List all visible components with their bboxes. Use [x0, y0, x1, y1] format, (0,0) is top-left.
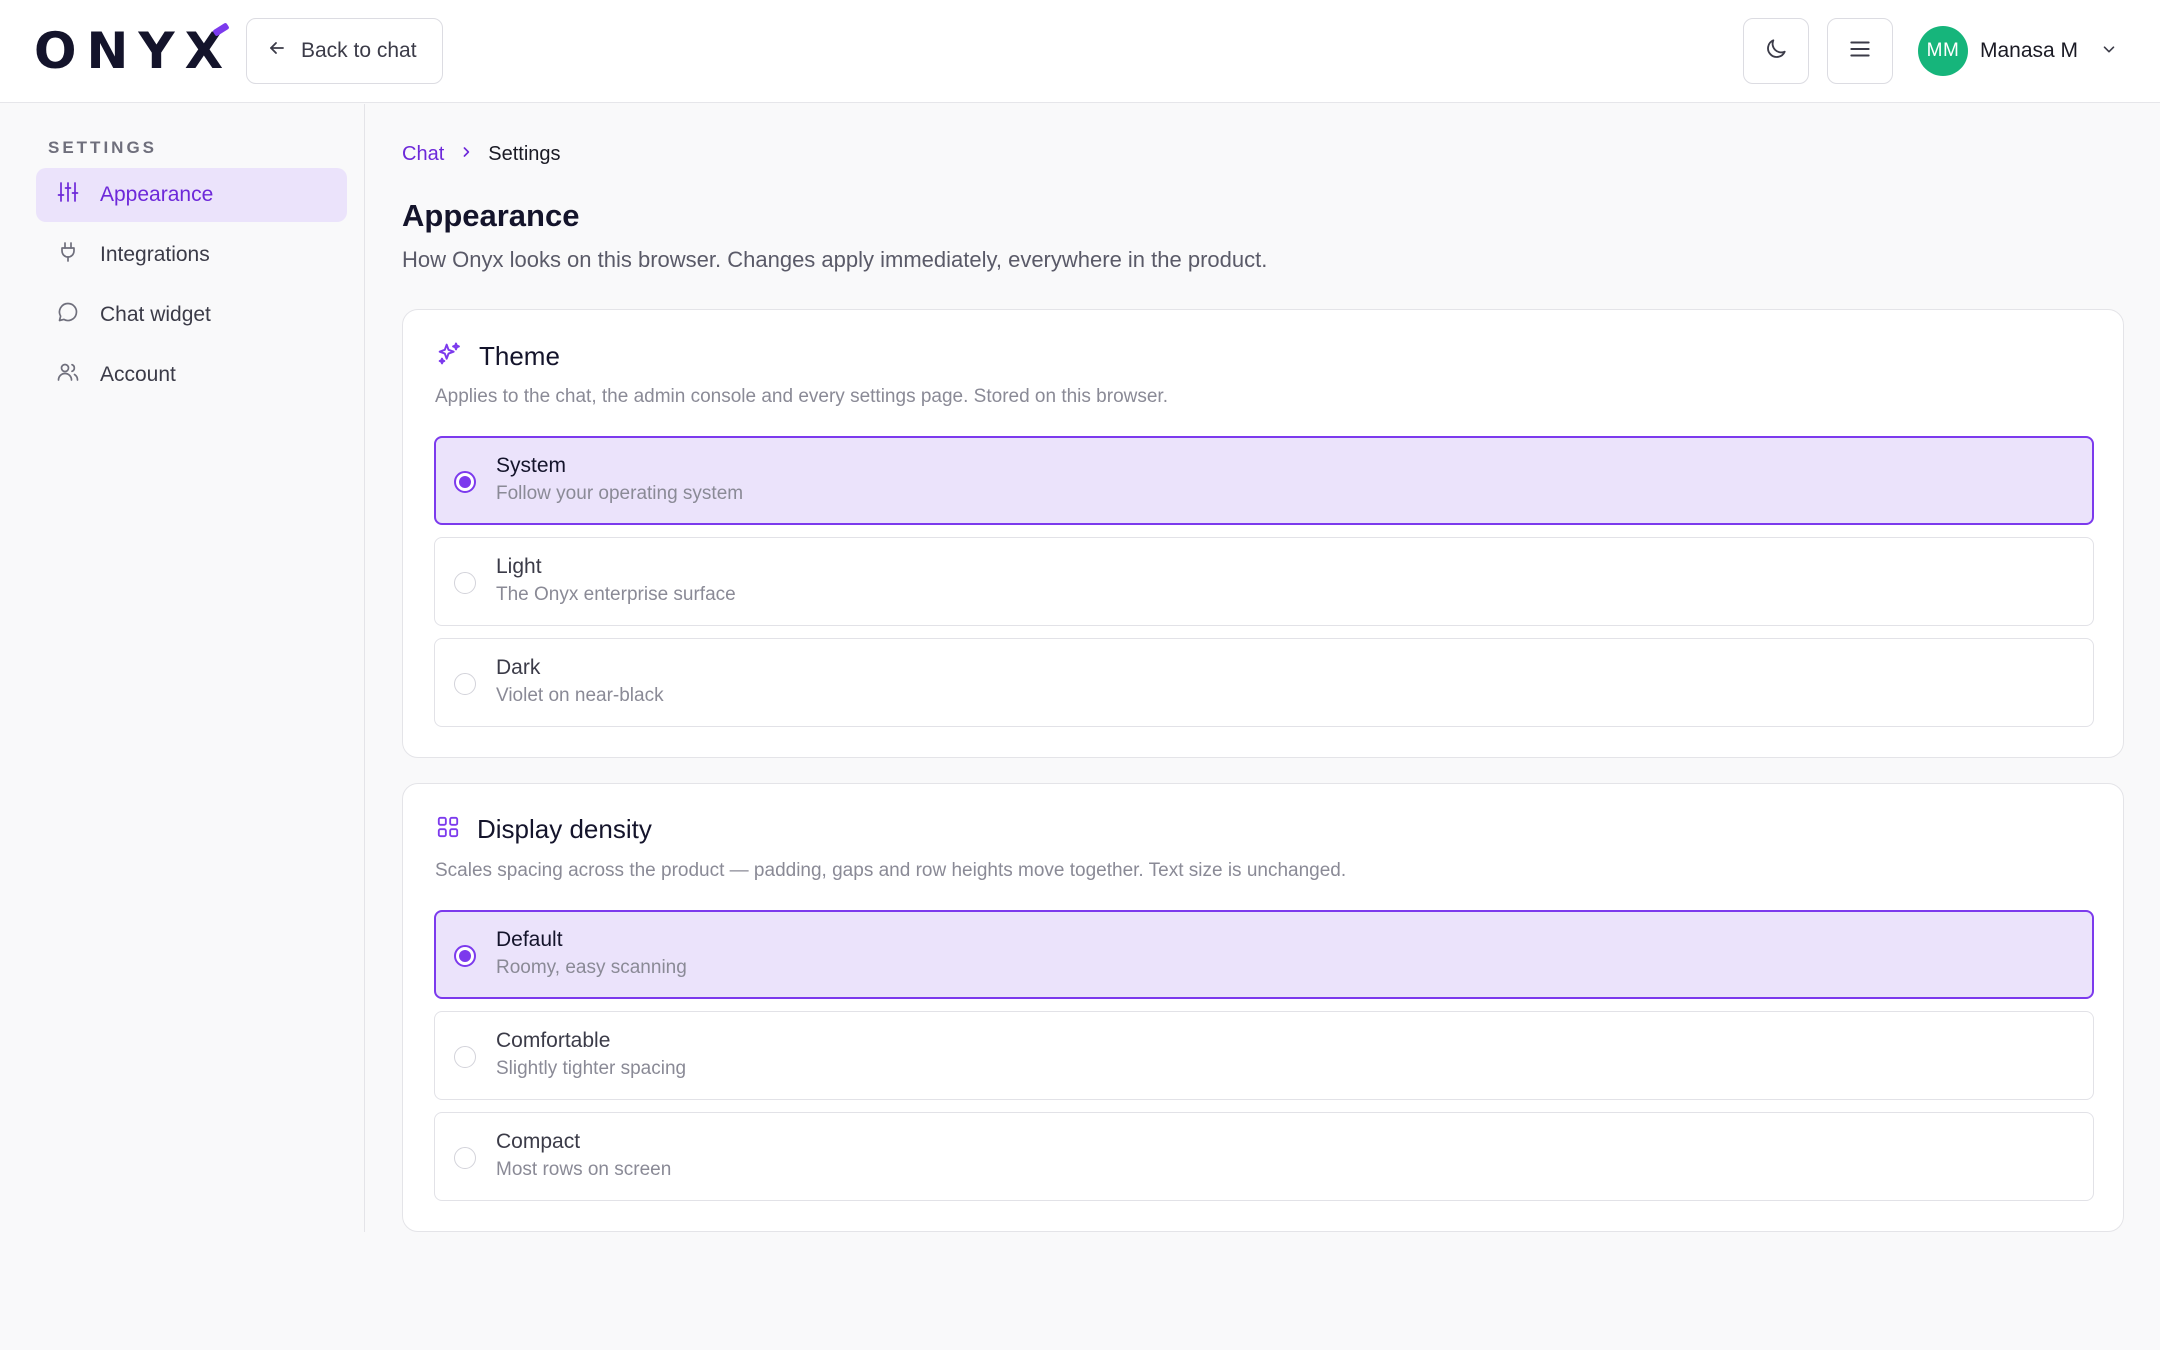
- grid-icon: [435, 814, 461, 845]
- density-option-comfortable[interactable]: Comfortable Slightly tighter spacing: [434, 1011, 2094, 1100]
- density-option-compact[interactable]: Compact Most rows on screen: [434, 1112, 2094, 1201]
- chat-bubble-icon: [56, 300, 80, 330]
- radio-button[interactable]: [454, 673, 476, 695]
- radio-button[interactable]: [454, 572, 476, 594]
- option-description: Slightly tighter spacing: [496, 1058, 687, 1079]
- settings-sidebar: SETTINGS Appearance Integrations Chat wi…: [0, 104, 365, 1232]
- theme-description: Applies to the chat, the admin console a…: [435, 386, 1168, 407]
- theme-card-header: Theme: [435, 340, 560, 373]
- theme-card: Theme Applies to the chat, the admin con…: [402, 309, 2124, 758]
- page-description: How Onyx looks on this browser. Changes …: [402, 247, 1268, 272]
- option-label: System: [496, 454, 567, 477]
- avatar: MM: [1918, 26, 1968, 76]
- back-to-chat-button[interactable]: Back to chat: [246, 18, 443, 84]
- theme-toggle-button[interactable]: [1743, 18, 1809, 84]
- breadcrumb-current: Settings: [488, 143, 561, 165]
- option-label: Default: [496, 928, 563, 951]
- sidebar-item-chat-widget[interactable]: Chat widget: [36, 288, 347, 342]
- sidebar-title: SETTINGS: [48, 138, 158, 157]
- top-bar: ONY X Back to chat MM Manasa M: [0, 0, 2160, 103]
- plug-icon: [56, 240, 80, 270]
- theme-title: Theme: [479, 341, 560, 371]
- user-name: Manasa M: [1980, 39, 2079, 62]
- page-title: Appearance: [402, 198, 580, 233]
- chevron-right-icon: [458, 143, 474, 166]
- radio-button[interactable]: [454, 1147, 476, 1169]
- option-description: Follow your operating system: [496, 483, 744, 504]
- option-description: Most rows on screen: [496, 1159, 672, 1180]
- chevron-down-icon: [2100, 40, 2118, 63]
- sidebar-item-account[interactable]: Account: [36, 348, 347, 402]
- option-description: Roomy, easy scanning: [496, 957, 687, 978]
- sidebar-item-label: Integrations: [100, 243, 210, 266]
- density-title: Display density: [477, 814, 652, 844]
- user-menu[interactable]: MM Manasa M: [1918, 25, 2118, 77]
- sliders-icon: [56, 180, 80, 210]
- option-label: Compact: [496, 1130, 581, 1153]
- option-label: Dark: [496, 656, 541, 679]
- sidebar-item-integrations[interactable]: Integrations: [36, 228, 347, 282]
- menu-button[interactable]: [1827, 18, 1893, 84]
- option-label: Comfortable: [496, 1029, 611, 1052]
- theme-option-light[interactable]: Light The Onyx enterprise surface: [434, 537, 2094, 626]
- back-to-chat-label: Back to chat: [301, 39, 417, 62]
- density-card-header: Display density: [435, 814, 652, 845]
- sidebar-item-label: Chat widget: [100, 303, 211, 326]
- density-description: Scales spacing across the product — padd…: [435, 860, 1347, 881]
- sparkles-icon: [435, 340, 463, 373]
- option-description: Violet on near-black: [496, 685, 664, 706]
- option-description: The Onyx enterprise surface: [496, 584, 736, 605]
- radio-button[interactable]: [454, 471, 476, 493]
- sidebar-item-label: Account: [100, 363, 176, 386]
- sidebar-item-appearance[interactable]: Appearance: [36, 168, 347, 222]
- hamburger-icon: [1847, 36, 1873, 67]
- sidebar-item-label: Appearance: [100, 183, 214, 206]
- theme-option-system[interactable]: System Follow your operating system: [434, 436, 2094, 525]
- moon-icon: [1763, 36, 1789, 67]
- breadcrumb-chat-link[interactable]: Chat: [402, 143, 444, 166]
- theme-option-dark[interactable]: Dark Violet on near-black: [434, 638, 2094, 727]
- option-label: Light: [496, 555, 542, 578]
- radio-button[interactable]: [454, 1046, 476, 1068]
- onyx-logo[interactable]: ONY X: [34, 22, 233, 80]
- density-option-default[interactable]: Default Roomy, easy scanning: [434, 910, 2094, 999]
- arrow-left-icon: [267, 38, 287, 64]
- breadcrumb: Chat Settings: [402, 143, 561, 166]
- density-card: Display density Scales spacing across th…: [402, 783, 2124, 1232]
- users-icon: [56, 360, 80, 390]
- radio-button[interactable]: [454, 945, 476, 967]
